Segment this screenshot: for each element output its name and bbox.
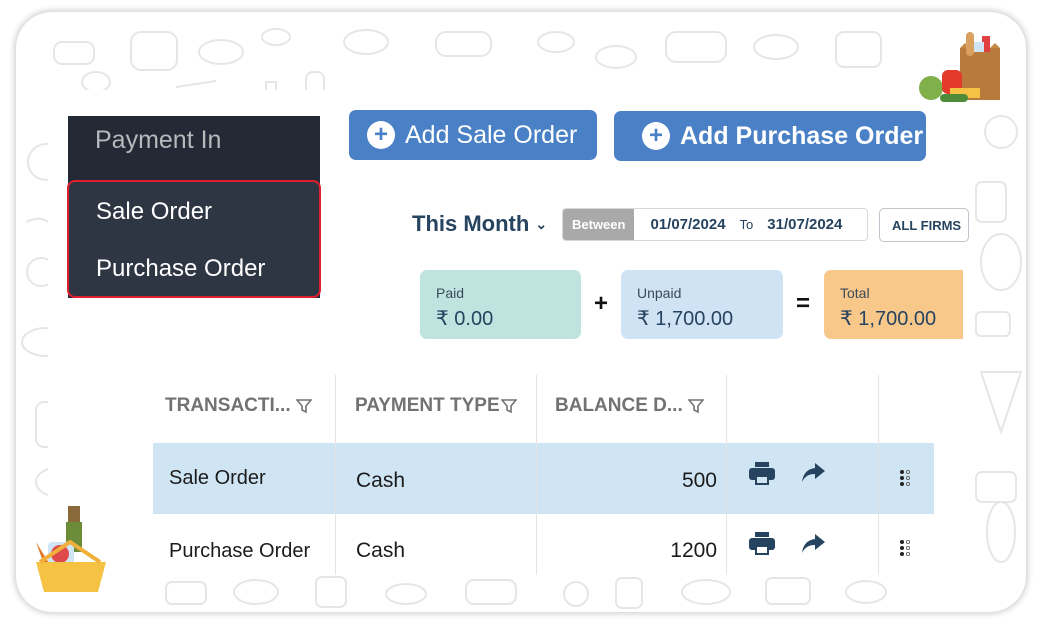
add-sale-order-button[interactable]: + Add Sale Order — [349, 110, 597, 160]
print-icon[interactable] — [749, 462, 775, 486]
table-row[interactable]: Sale Order Cash 500 — [153, 443, 934, 514]
total-summary-card: Total ₹ 1,700.00 — [824, 270, 963, 339]
balance-cell: 500 — [681, 469, 717, 492]
share-icon[interactable] — [801, 463, 825, 483]
column-divider — [536, 375, 537, 575]
transaction-cell: Purchase Order — [169, 540, 311, 562]
column-header-label: PAYMENT TYPE — [355, 395, 500, 416]
transactions-table: TRANSACTI... PAYMENT TYPE BALANCE D... S… — [153, 375, 934, 576]
menu-item-purchase-order[interactable]: Purchase Order — [96, 255, 265, 283]
to-label: To — [739, 217, 754, 232]
column-divider — [335, 375, 336, 575]
add-sale-order-label: Add Sale Order — [405, 120, 578, 149]
payment-type-cell: Cash — [356, 539, 406, 562]
share-icon[interactable] — [801, 534, 825, 554]
order-submenu-highlight: Sale Order Purchase Order — [67, 180, 321, 298]
unpaid-label: Unpaid — [637, 285, 682, 301]
table-row[interactable]: Purchase Order Cash 1200 — [153, 514, 934, 576]
column-divider — [726, 375, 727, 575]
plus-circle-icon: + — [367, 121, 395, 149]
to-date-input[interactable]: 31/07/2024 — [767, 216, 842, 233]
add-purchase-order-button[interactable]: + Add Purchase Order — [614, 111, 926, 161]
total-value: ₹ 1,700.00 — [840, 308, 937, 330]
menu-header-payment-in[interactable]: Payment In — [95, 126, 221, 155]
unpaid-summary-card: Unpaid ₹ 1,700.00 — [621, 270, 783, 339]
unpaid-value: ₹ 1,700.00 — [637, 308, 734, 330]
from-date-input[interactable]: 01/07/2024 — [650, 216, 725, 233]
print-icon[interactable] — [749, 532, 775, 556]
balance-cell: 1200 — [670, 539, 717, 562]
payment-type-cell: Cash — [356, 469, 406, 492]
menu-item-sale-order[interactable]: Sale Order — [96, 198, 212, 226]
table-header: TRANSACTI... PAYMENT TYPE BALANCE D... — [153, 375, 934, 443]
paid-summary-card: Paid ₹ 0.00 — [420, 270, 581, 339]
column-header-transaction[interactable]: TRANSACTI... — [165, 395, 312, 417]
column-header-label: TRANSACTI... — [165, 395, 291, 416]
filter-icon[interactable] — [500, 398, 517, 414]
total-label: Total — [840, 285, 870, 301]
drag-handle-icon[interactable] — [899, 539, 911, 557]
add-purchase-order-label: Add Purchase Order — [680, 121, 924, 150]
drag-handle-icon[interactable] — [899, 469, 911, 487]
between-label: Between — [563, 209, 635, 240]
transaction-cell: Sale Order — [169, 467, 266, 489]
plus-operator: + — [594, 290, 609, 317]
column-header-label: BALANCE D... — [555, 395, 683, 416]
filter-icon[interactable] — [295, 398, 312, 414]
firm-select-value: ALL FIRMS — [892, 217, 962, 233]
column-header-payment-type[interactable]: PAYMENT TYPE — [355, 395, 517, 417]
firm-select[interactable]: ALL FIRMS — [879, 208, 969, 242]
period-label: This Month — [412, 211, 530, 236]
grocery-basket-illustration — [36, 506, 106, 592]
chevron-down-icon: ⌄ — [535, 215, 548, 232]
date-range-picker[interactable]: Between 01/07/2024 To 31/07/2024 — [562, 208, 868, 241]
equals-operator: = — [796, 290, 811, 317]
paid-label: Paid — [436, 285, 465, 301]
filter-icon[interactable] — [687, 398, 704, 414]
column-divider — [878, 375, 879, 575]
period-dropdown[interactable]: This Month ⌄ — [412, 211, 547, 237]
plus-circle-icon: + — [642, 122, 670, 150]
column-header-balance-due[interactable]: BALANCE D... — [555, 395, 704, 417]
grocery-bag-illustration — [919, 32, 1000, 102]
paid-value: ₹ 0.00 — [436, 308, 494, 330]
